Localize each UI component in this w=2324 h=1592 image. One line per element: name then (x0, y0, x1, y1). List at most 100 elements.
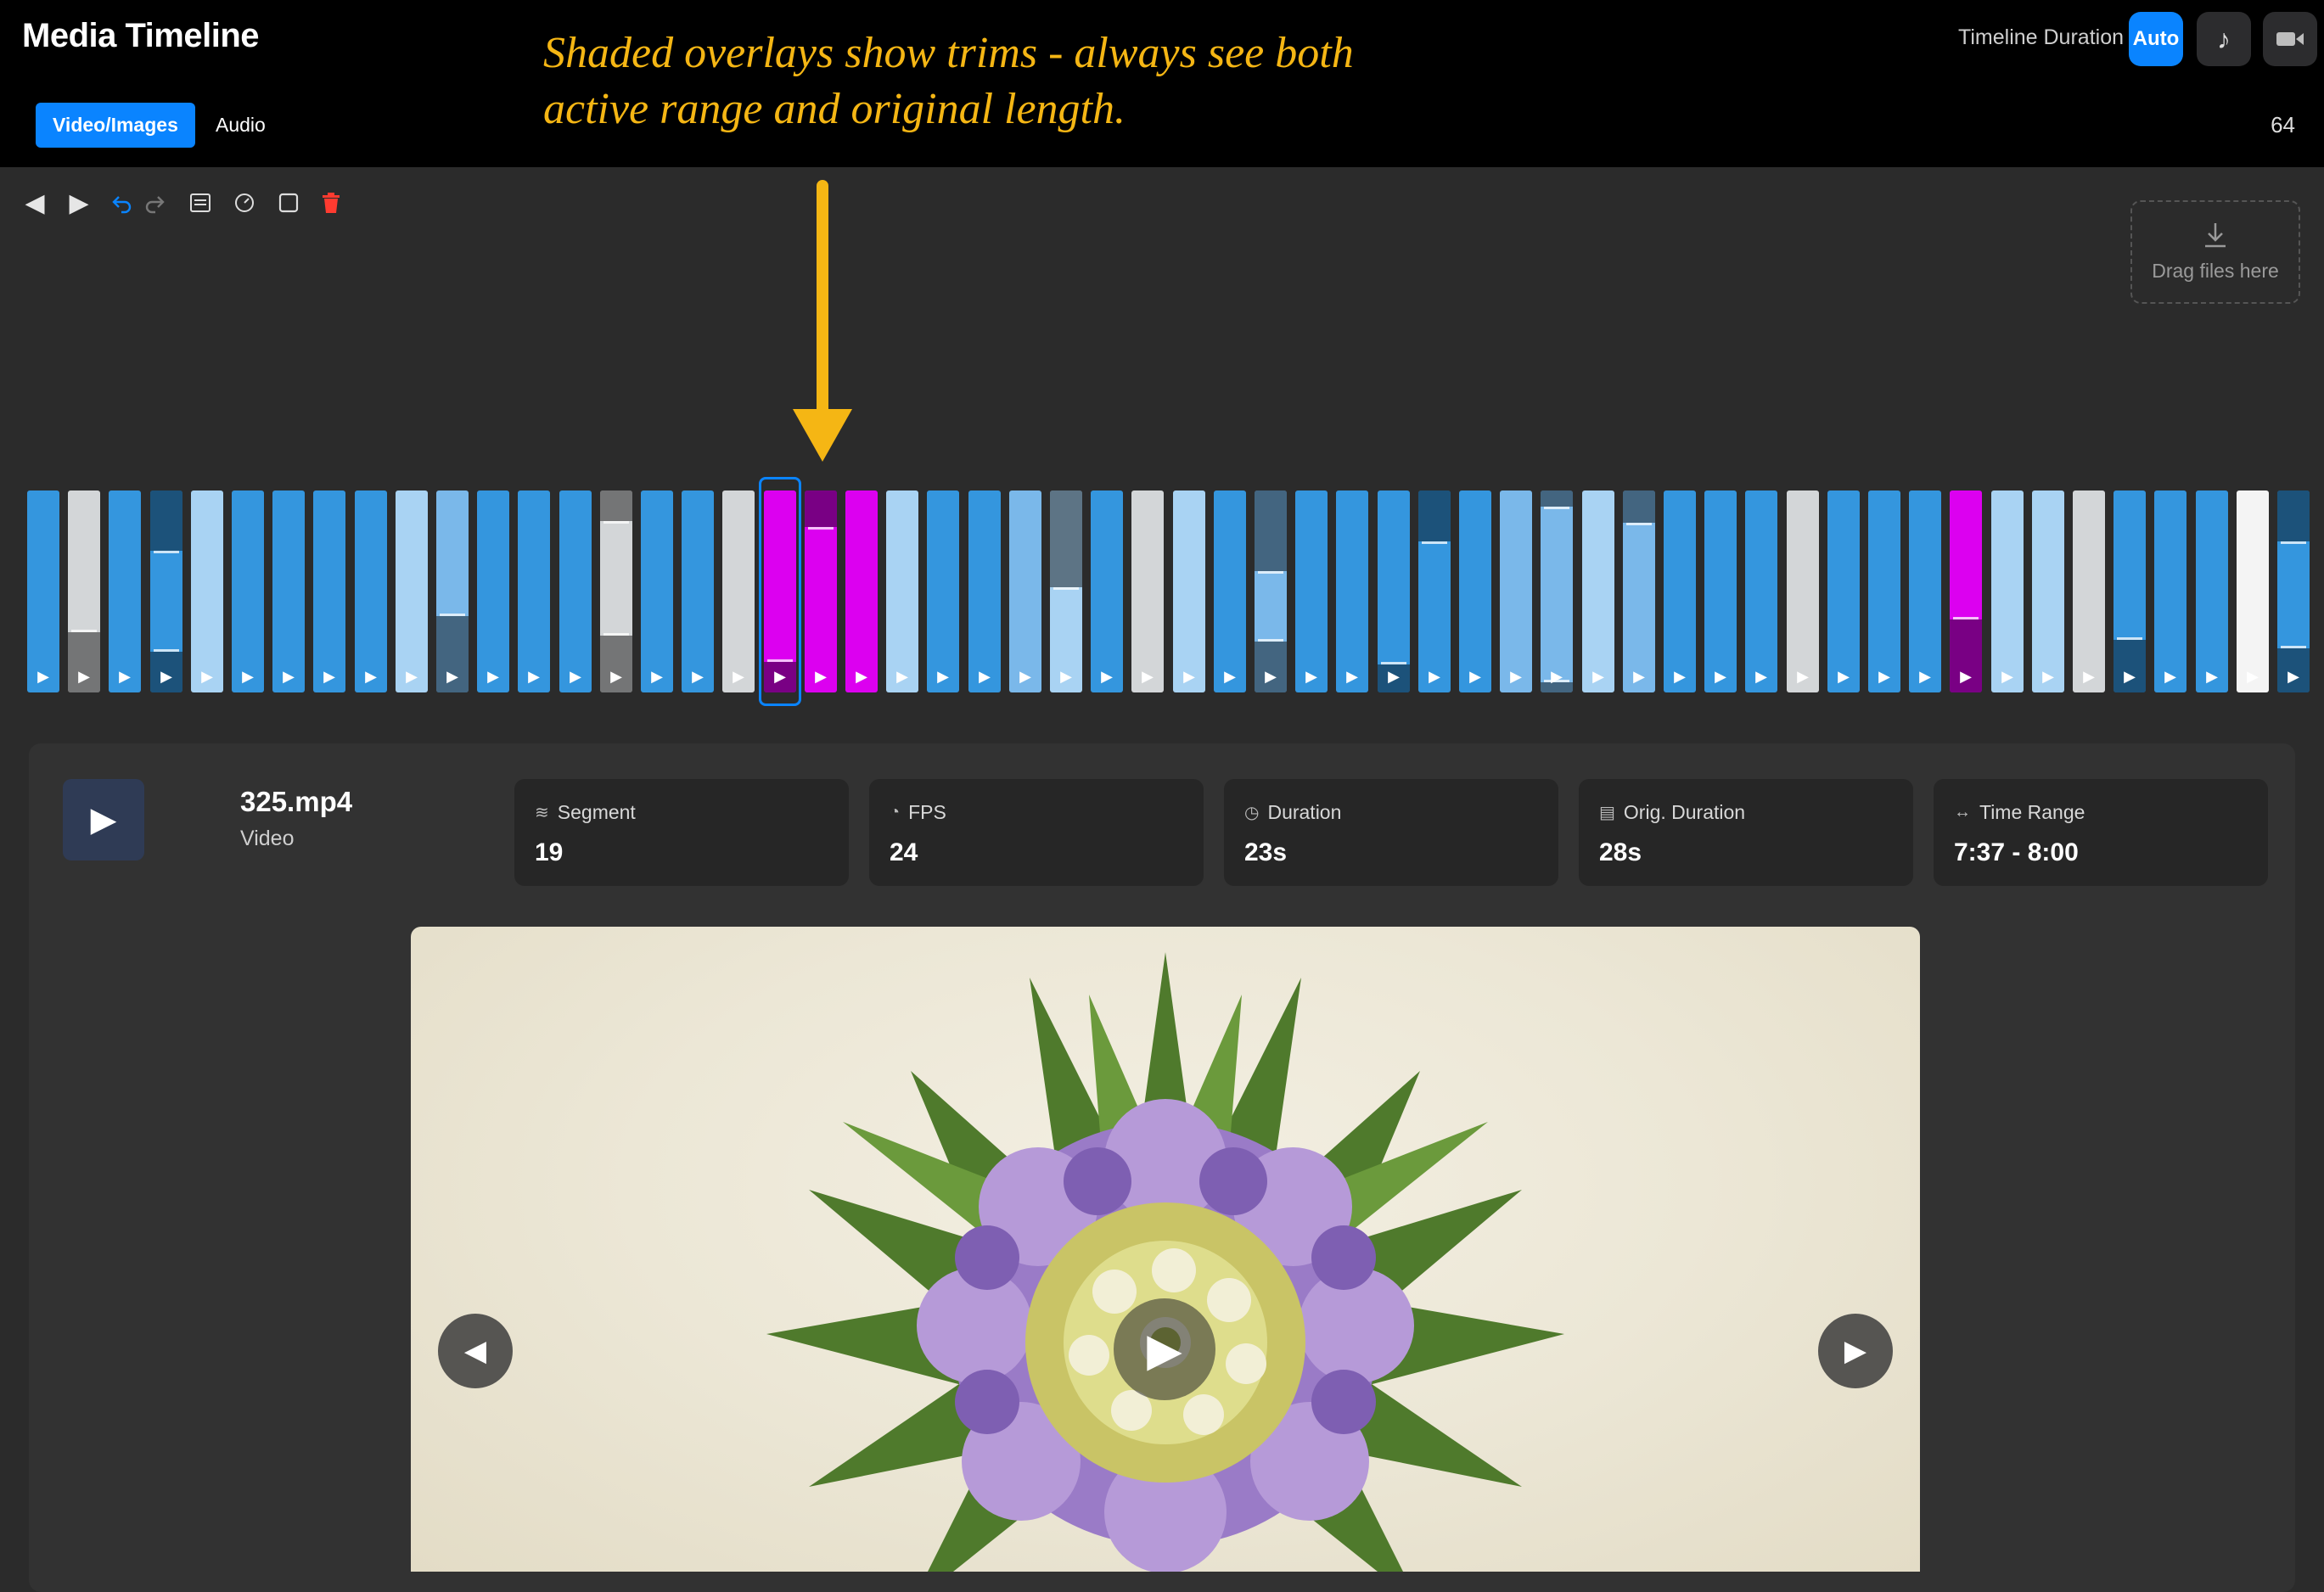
timeline-clip[interactable]: ▶ (1664, 490, 1696, 692)
auto-duration-button[interactable]: Auto (2129, 12, 2183, 66)
undo-icon[interactable] (110, 188, 134, 217)
trim-handle[interactable] (154, 551, 179, 553)
clip-play-icon[interactable]: ▶ (1541, 668, 1573, 686)
timeline-clip[interactable]: ▶ (191, 490, 223, 692)
clip-play-icon[interactable]: ▶ (109, 668, 141, 686)
clip-play-icon[interactable]: ▶ (232, 668, 264, 686)
clip-play-icon[interactable]: ▶ (518, 668, 550, 686)
timeline-clip[interactable]: ▶ (886, 490, 918, 692)
clip-play-icon[interactable]: ▶ (1787, 668, 1819, 686)
timeline-clip[interactable]: ▶ (272, 490, 305, 692)
timeline-clip[interactable]: ▶ (1459, 490, 1491, 692)
timeline-clip[interactable]: ▶ (927, 490, 959, 692)
timeline-clip[interactable]: ▶ (68, 490, 100, 692)
clip-play-icon[interactable]: ▶ (1745, 668, 1777, 686)
timeline-clip[interactable]: ▶ (1295, 490, 1328, 692)
clip-play-icon[interactable]: ▶ (2277, 668, 2310, 686)
clip-play-icon[interactable]: ▶ (1214, 668, 1246, 686)
trim-handle[interactable] (154, 649, 179, 652)
clip-play-icon[interactable]: ▶ (1418, 668, 1451, 686)
clip-play-icon[interactable]: ▶ (886, 668, 918, 686)
clip-play-icon[interactable]: ▶ (355, 668, 387, 686)
clip-thumbnail-play-icon[interactable]: ▶ (63, 779, 144, 860)
trim-handle[interactable] (1381, 662, 1406, 664)
timeline-clip[interactable]: ▶ (2196, 490, 2228, 692)
clip-play-icon[interactable]: ▶ (1500, 668, 1532, 686)
clip-play-icon[interactable]: ▶ (2073, 668, 2105, 686)
clip-play-icon[interactable]: ▶ (845, 668, 878, 686)
timeline-clip[interactable]: ▶ (641, 490, 673, 692)
trim-handle[interactable] (1258, 571, 1283, 574)
clip-play-icon[interactable]: ▶ (313, 668, 345, 686)
trim-handle[interactable] (1953, 617, 1979, 619)
square-icon[interactable] (277, 188, 300, 217)
timeline-clip[interactable]: ▶ (1050, 490, 1082, 692)
tab-audio[interactable]: Audio (199, 103, 283, 148)
clip-play-icon[interactable]: ▶ (1909, 668, 1941, 686)
clip-play-icon[interactable]: ▶ (682, 668, 714, 686)
clip-play-icon[interactable]: ▶ (1950, 668, 1982, 686)
clip-play-icon[interactable]: ▶ (2237, 668, 2269, 686)
clip-play-icon[interactable]: ▶ (559, 668, 592, 686)
timeline-clip[interactable]: ▶ (682, 490, 714, 692)
clip-play-icon[interactable]: ▶ (191, 668, 223, 686)
video-camera-icon[interactable] (2263, 12, 2317, 66)
clip-play-icon[interactable]: ▶ (1868, 668, 1900, 686)
clip-play-icon[interactable]: ▶ (1009, 668, 1041, 686)
timeline-clip[interactable]: ▶ (396, 490, 428, 692)
clip-play-icon[interactable]: ▶ (477, 668, 509, 686)
timeline-clip[interactable]: ▶ (518, 490, 550, 692)
timeline-clip[interactable]: ▶ (2277, 490, 2310, 692)
trim-handle[interactable] (808, 527, 834, 530)
clip-play-icon[interactable]: ▶ (1091, 668, 1123, 686)
clip-play-icon[interactable]: ▶ (1295, 668, 1328, 686)
timeline-clip[interactable]: ▶ (1255, 490, 1287, 692)
timeline-clip[interactable]: ▶ (1868, 490, 1900, 692)
clip-play-icon[interactable]: ▶ (641, 668, 673, 686)
timeline-clip[interactable]: ▶ (1214, 490, 1246, 692)
media-preview[interactable] (411, 927, 1920, 1572)
timeline-clip[interactable]: ▶ (559, 490, 592, 692)
next-media-button[interactable]: ▶ (1818, 1314, 1893, 1388)
timeline-clip[interactable]: ▶ (600, 490, 632, 692)
timeline-track[interactable]: ▶ ▶ ▶ ▶ ▶ ▶ ▶ ▶ ▶ ▶ ▶ ▶ ▶ ▶ ▶ ▶ ▶ ▶ ▶ ▶ ▶ ▶ ▶ ▶ ▶ ▶ ▶ ▶ ▶ ▶ ▶ ▶ ▶ ▶ ▶ ▶ ▶ ▶ ▶ ▶… (0, 465, 2324, 709)
timeline-clip[interactable]: ▶ (1745, 490, 1777, 692)
timeline-clip[interactable]: ▶ (477, 490, 509, 692)
clip-play-icon[interactable]: ▶ (1173, 668, 1205, 686)
clip-play-icon[interactable]: ▶ (272, 668, 305, 686)
timeline-clip[interactable]: ▶ (968, 490, 1001, 692)
timeline-clip[interactable]: ▶ (232, 490, 264, 692)
timeline-clip[interactable]: ▶ (1378, 490, 1410, 692)
clip-play-icon[interactable]: ▶ (1582, 668, 1614, 686)
clip-play-icon[interactable]: ▶ (1255, 668, 1287, 686)
trim-handle[interactable] (1258, 639, 1283, 642)
timeline-clip[interactable]: ▶ (1336, 490, 1368, 692)
timeline-clip[interactable]: ▶ (2073, 490, 2105, 692)
timeline-clip[interactable]: ▶ (436, 490, 469, 692)
timeline-clip[interactable]: ▶ (1827, 490, 1860, 692)
clip-play-icon[interactable]: ▶ (2113, 668, 2146, 686)
clip-play-icon[interactable]: ▶ (436, 668, 469, 686)
clip-play-icon[interactable]: ▶ (27, 668, 59, 686)
tab-video-images[interactable]: Video/Images (36, 103, 195, 148)
clip-play-icon[interactable]: ▶ (1704, 668, 1737, 686)
timeline-clip[interactable]: ▶ (109, 490, 141, 692)
timeline-clip[interactable]: ▶ (313, 490, 345, 692)
previous-media-button[interactable]: ◀ (438, 1314, 513, 1388)
clip-play-icon[interactable]: ▶ (722, 668, 755, 686)
timeline-clip[interactable]: ▶ (2237, 490, 2269, 692)
clip-play-icon[interactable]: ▶ (1050, 668, 1082, 686)
timeline-clip[interactable]: ▶ (2154, 490, 2186, 692)
timeline-clip[interactable]: ▶ (355, 490, 387, 692)
clip-play-icon[interactable]: ▶ (1991, 668, 2024, 686)
clip-play-icon[interactable]: ▶ (1378, 668, 1410, 686)
clip-play-icon[interactable]: ▶ (600, 668, 632, 686)
timeline-clip[interactable]: ▶ (722, 490, 755, 692)
clip-play-icon[interactable]: ▶ (968, 668, 1001, 686)
clip-play-icon[interactable]: ▶ (1131, 668, 1164, 686)
timeline-clip[interactable]: ▶ (1131, 490, 1164, 692)
timeline-clip[interactable]: ▶ (1173, 490, 1205, 692)
clip-play-icon[interactable]: ▶ (2196, 668, 2228, 686)
video-play-button[interactable]: ▶ (1114, 1298, 1215, 1400)
timeline-clip[interactable]: ▶ (1500, 490, 1532, 692)
